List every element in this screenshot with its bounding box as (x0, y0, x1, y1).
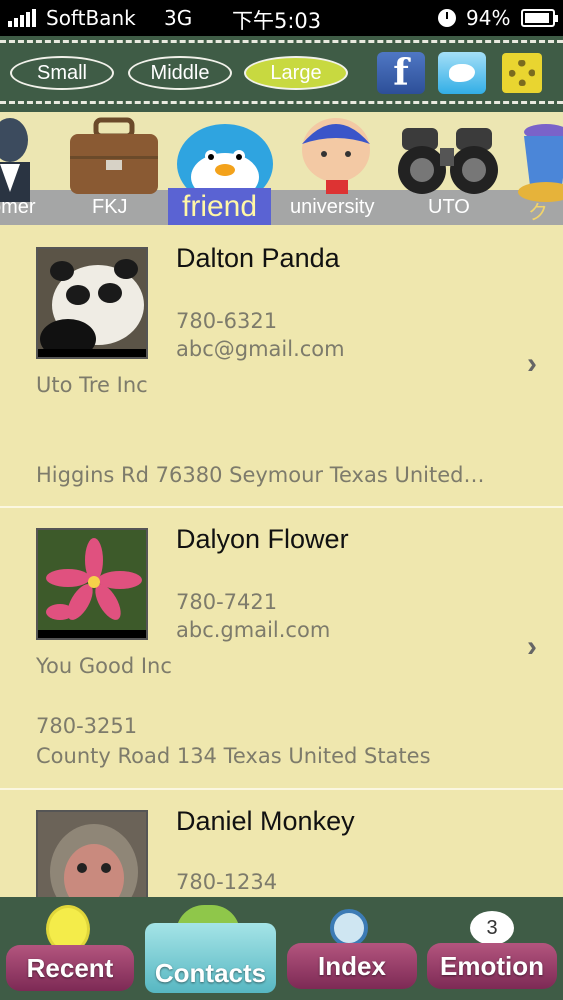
category-label: FKJ (92, 196, 128, 218)
font-size-toolbar: Small Middle Large f (0, 36, 563, 112)
contact-row[interactable]: Dalton Panda 780-6321 abc@gmail.com Uto … (0, 225, 563, 508)
category-label: friend (168, 188, 272, 225)
smiley-bubble-icon: 3 (470, 911, 514, 945)
category-university[interactable]: university (288, 112, 388, 225)
tab-label: Emotion (440, 950, 544, 981)
contact-name: Dalyon Flower (176, 524, 349, 554)
category-label: UTO (428, 196, 470, 218)
chalk-divider (0, 40, 563, 43)
tab-contacts[interactable]: Contacts (145, 923, 276, 993)
tab-index[interactable]: Index (287, 943, 417, 989)
gear-icon[interactable] (502, 53, 542, 93)
size-large-button[interactable]: Large (244, 56, 348, 90)
battery-icon (521, 9, 558, 27)
category-label: omer (0, 196, 36, 218)
signal-icon (8, 9, 36, 27)
contact-company: You Good Inc (36, 654, 172, 678)
tab-label: Contacts (154, 958, 267, 988)
tab-recent[interactable]: Recent (6, 945, 134, 991)
category-label: university (290, 196, 375, 218)
contact-name: Dalton Panda (176, 243, 340, 273)
contact-row[interactable]: Daniel Monkey 780-1234 (0, 790, 563, 897)
contact-email: abc@gmail.com (176, 337, 345, 361)
carrier-label: SoftBank (46, 6, 136, 30)
category-uto[interactable]: UTO (394, 112, 504, 225)
facebook-icon[interactable]: f (377, 52, 425, 94)
alarm-icon (438, 9, 456, 27)
size-middle-button[interactable]: Middle (128, 56, 232, 90)
contact-address: County Road 134 Texas United States (36, 744, 431, 768)
clock: 下午5:03 (232, 9, 322, 33)
contact-address: Higgins Rd 76380 Seymour Texas United… (36, 463, 485, 487)
status-bar: SoftBank 3G 下午5:03 94% (0, 0, 563, 36)
binoculars-icon (398, 128, 498, 194)
magnifier-icon (330, 909, 368, 947)
tab-label: Recent (26, 952, 114, 983)
student-icon (302, 118, 370, 194)
category-other[interactable]: ク (510, 112, 563, 225)
bucket-icon (518, 124, 563, 202)
size-small-button[interactable]: Small (10, 56, 114, 90)
battery-percent: 94% (466, 6, 511, 30)
tab-label: Index (318, 950, 386, 981)
tab-emotion[interactable]: Emotion (427, 943, 557, 989)
contact-list[interactable]: Dalton Panda 780-6321 abc@gmail.com Uto … (0, 225, 563, 897)
contact-phone: 780-1234 (176, 870, 278, 894)
category-customer[interactable]: omer (0, 112, 50, 225)
contact-name: Daniel Monkey (176, 806, 355, 836)
businessman-icon (0, 118, 30, 202)
category-fkj[interactable]: FKJ (62, 112, 162, 225)
twitter-icon[interactable] (438, 52, 486, 94)
category-label: ク (528, 202, 548, 224)
contact-row[interactable]: Dalyon Flower 780-7421 abc.gmail.com You… (0, 508, 563, 790)
chevron-right-icon[interactable]: › (527, 630, 537, 664)
contact-phone: 780-6321 (176, 309, 278, 333)
contact-email: abc.gmail.com (176, 618, 331, 642)
contact-company: Uto Tre Inc (36, 373, 148, 397)
panda-photo (36, 247, 148, 359)
contact-phone-secondary: 780-3251 (36, 714, 138, 738)
category-strip: omer FKJ friend university (0, 112, 563, 225)
chalk-divider (0, 101, 563, 104)
tab-bar: Recent Contacts Index 3 Emotion (0, 897, 563, 1000)
chevron-right-icon[interactable]: › (527, 347, 537, 381)
network-label: 3G (164, 6, 193, 30)
flower-photo (36, 528, 148, 640)
briefcase-icon (70, 117, 158, 194)
contact-phone: 780-7421 (176, 590, 278, 614)
category-friend[interactable]: friend (168, 112, 281, 225)
monkey-photo (36, 810, 148, 897)
